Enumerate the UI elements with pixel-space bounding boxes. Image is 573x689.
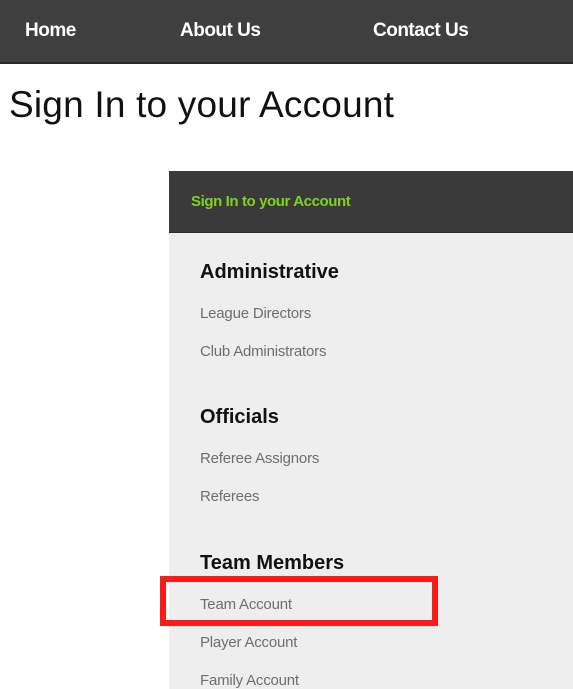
- section-heading-officials: Officials: [200, 406, 279, 428]
- nav-about-us-link[interactable]: About Us: [180, 20, 261, 42]
- section-heading-team-members: Team Members: [200, 552, 345, 574]
- link-club-administrators[interactable]: Club Administrators: [200, 343, 326, 360]
- link-league-directors[interactable]: League Directors: [200, 305, 311, 322]
- nav-home-link[interactable]: Home: [25, 20, 76, 42]
- panel-header: Sign In to your Account: [169, 171, 573, 233]
- link-player-account[interactable]: Player Account: [200, 634, 297, 651]
- link-referees[interactable]: Referees: [200, 488, 259, 505]
- section-heading-administrative: Administrative: [200, 261, 339, 283]
- panel-header-title: Sign In to your Account: [191, 193, 351, 210]
- nav-contact-us-link[interactable]: Contact Us: [373, 20, 469, 42]
- page-title: Sign In to your Account: [9, 84, 395, 125]
- page: Home About Us Contact Us Sign In to your…: [0, 0, 573, 689]
- top-navigation-bar: Home About Us Contact Us: [0, 0, 573, 64]
- link-team-account[interactable]: Team Account: [200, 596, 292, 613]
- sign-in-panel: Sign In to your Account Administrative L…: [169, 171, 573, 689]
- link-family-account[interactable]: Family Account: [200, 672, 299, 689]
- link-referee-assignors[interactable]: Referee Assignors: [200, 450, 319, 467]
